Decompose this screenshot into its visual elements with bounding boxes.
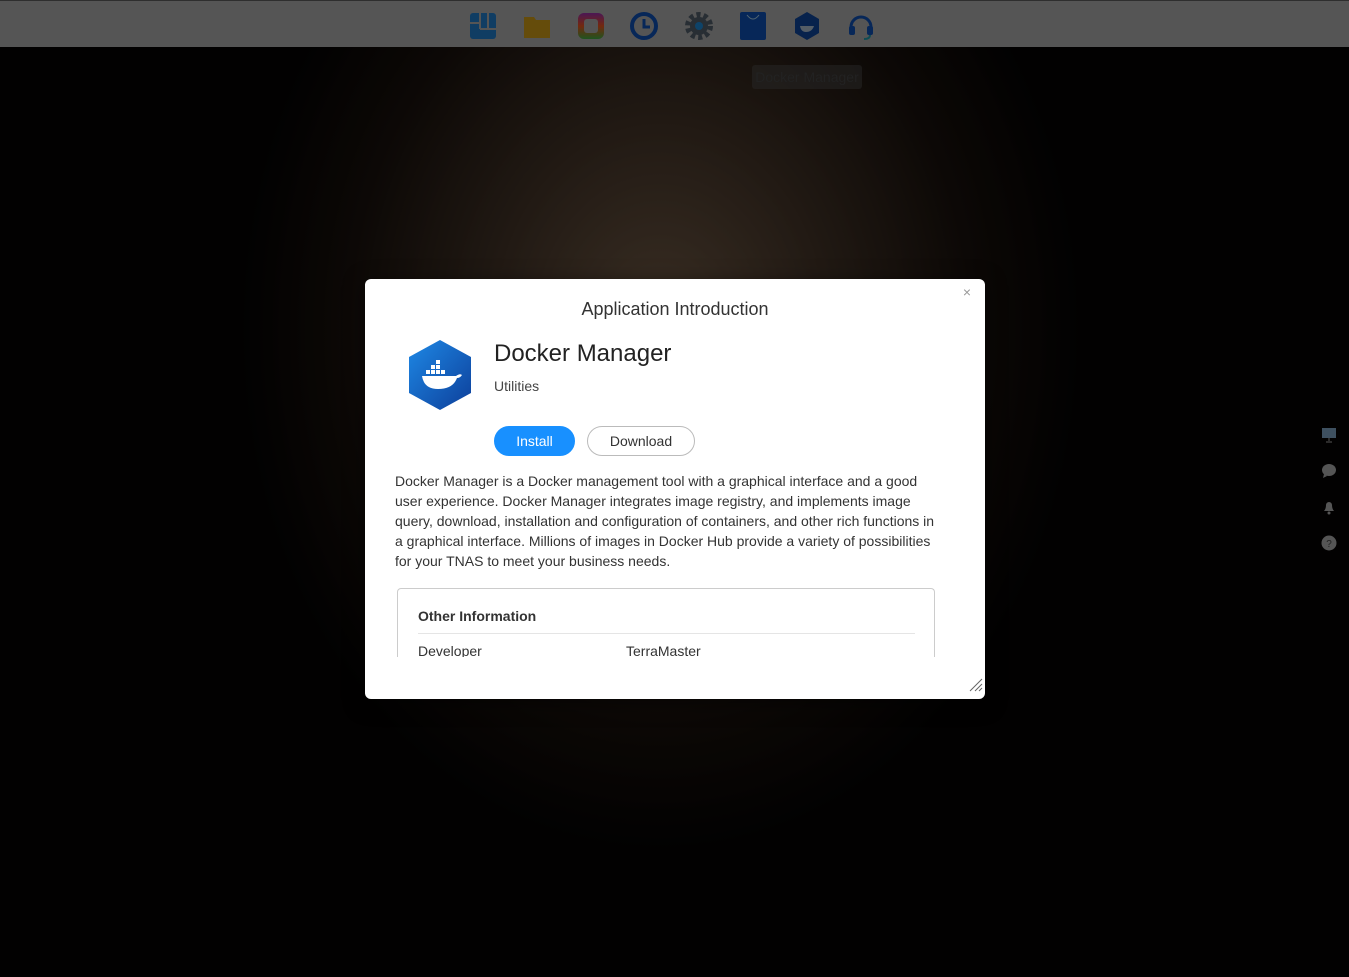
- install-button[interactable]: Install: [494, 426, 575, 456]
- close-icon[interactable]: ×: [963, 284, 971, 300]
- other-information-panel: Other Information Developer TerraMaster: [397, 588, 935, 657]
- application-introduction-dialog: × Application Introduction Docker Manage…: [365, 279, 985, 699]
- docker-app-icon: [407, 339, 473, 416]
- resize-grip-icon[interactable]: [969, 678, 983, 697]
- svg-text:?: ?: [1326, 539, 1332, 550]
- info-label: Developer: [418, 643, 482, 657]
- dialog-title: Application Introduction: [581, 299, 769, 319]
- chat-message-icon[interactable]: [1320, 462, 1338, 480]
- app-category: Utilities: [494, 378, 540, 394]
- app-description: Docker Manager is a Docker management to…: [395, 473, 935, 569]
- download-button[interactable]: Download: [587, 426, 695, 456]
- other-information-heading: Other Information: [418, 608, 915, 634]
- right-sidebar: ?: [1320, 426, 1338, 570]
- info-value: TerraMaster: [626, 643, 701, 657]
- info-row: Developer TerraMaster: [418, 634, 934, 657]
- taskbar-tooltip: Docker Manager: [752, 65, 862, 89]
- help-question-icon[interactable]: ?: [1320, 534, 1338, 552]
- notification-bell-icon[interactable]: [1320, 498, 1338, 516]
- resource-monitor-icon[interactable]: [1320, 426, 1338, 444]
- app-name: Docker Manager: [494, 340, 672, 367]
